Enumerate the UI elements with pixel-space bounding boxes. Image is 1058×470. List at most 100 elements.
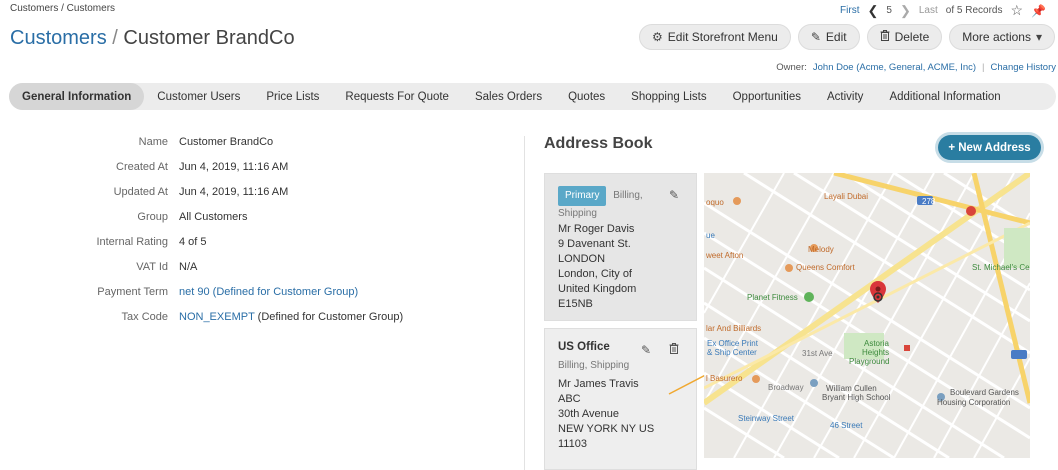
chevron-right-icon[interactable]: ❯ (900, 3, 911, 19)
more-actions-button[interactable]: More actions ▾ (949, 24, 1055, 50)
tax-note: (Defined for Customer Group) (254, 311, 404, 323)
map-label: Playground (849, 357, 890, 366)
payment-close-paren: ) (354, 286, 359, 298)
address-types: Billing, Shipping (558, 360, 630, 371)
address-type-billing: Billing, (613, 190, 643, 201)
tab-shopping-lists[interactable]: Shopping Lists (618, 83, 719, 110)
pencil-icon: ✎ (810, 30, 821, 44)
delete-label: Delete (894, 30, 930, 44)
info-row-created: Created At Jun 4, 2019, 11:16 AM (0, 161, 460, 177)
vat-value: N/A (179, 261, 198, 273)
group-label: Group (137, 211, 168, 223)
tax-label: Tax Code (121, 311, 168, 323)
pager-current: 5 (886, 5, 892, 16)
map-label: 46 Street (830, 421, 863, 430)
tab-opportunities[interactable]: Opportunities (720, 83, 814, 110)
address-map[interactable]: Layali Dubai oquo ue weet Afton Melody Q… (704, 173, 1030, 458)
address-lines: Mr James Travis ABC 30th Avenue NEW YORK… (558, 377, 654, 452)
payment-group-link[interactable]: Defined for Customer Group (216, 286, 354, 298)
map-label: Layali Dubai (824, 192, 869, 201)
map-label: ue (706, 231, 715, 240)
group-link[interactable]: All Customers (179, 211, 247, 223)
star-icon[interactable]: ☆ (1010, 2, 1023, 19)
tab-quotes[interactable]: Quotes (555, 83, 618, 110)
address-line: LONDON (558, 253, 606, 265)
title-separator: / (112, 27, 118, 49)
map-label: Planet Fitness (747, 293, 798, 302)
edit-icon[interactable]: ✎ (641, 343, 651, 357)
tax-value: NON_EXEMPT (Defined for Customer Group) (179, 311, 403, 323)
breadcrumb[interactable]: Customers / Customers (10, 3, 115, 14)
payment-term-link[interactable]: net 90 (179, 286, 210, 298)
tab-additional-information[interactable]: Additional Information (876, 83, 1013, 110)
map-label: Steinway Street (738, 414, 795, 423)
map-label: Astoria (864, 339, 889, 348)
payment-label: Payment Term (97, 286, 168, 298)
map-label: Heights (862, 348, 890, 357)
map-label: Broadway (768, 383, 804, 392)
address-line: Mr James Travis (558, 378, 639, 390)
address-line: United Kingdom (558, 283, 637, 295)
map-label: William Cullen (826, 384, 877, 393)
map-label: 278 (922, 197, 936, 206)
address-line: 9 Davenant St. (558, 238, 631, 250)
address-lines: Mr Roger Davis 9 Davenant St. LONDON Lon… (558, 222, 636, 312)
column-divider (524, 136, 525, 470)
owner-link[interactable]: John Doe (Acme, General, ACME, Inc) (813, 62, 976, 73)
edit-label: Edit (825, 30, 847, 44)
address-line: Mr Roger Davis (558, 223, 635, 235)
info-row-updated: Updated At Jun 4, 2019, 11:16 AM (0, 186, 460, 202)
name-value: Customer BrandCo (179, 136, 274, 148)
chevron-left-icon[interactable]: ❮ (868, 3, 879, 19)
pager-first-link[interactable]: First (840, 5, 859, 16)
trash-icon (880, 30, 890, 44)
info-row-rating: Internal Rating 4 of 5 (0, 236, 460, 252)
edit-storefront-menu-button[interactable]: ⚙ Edit Storefront Menu (639, 24, 791, 50)
map-label: weet Afton (706, 251, 744, 260)
map-label: oquo (706, 198, 724, 207)
tax-code-link[interactable]: NON_EXEMPT (179, 311, 255, 323)
primary-badge: Primary (558, 186, 607, 206)
address-line: E15NB (558, 298, 593, 310)
pager-last-link[interactable]: Last (919, 5, 938, 16)
tab-bar: General Information Customer Users Price… (9, 83, 1056, 110)
pin-icon[interactable]: 📌 (1031, 4, 1046, 18)
change-history-link[interactable]: Change History (991, 62, 1056, 73)
address-type-shipping: Shipping (558, 208, 597, 219)
edit-button[interactable]: ✎ Edit (797, 24, 860, 50)
tab-sales-orders[interactable]: Sales Orders (462, 83, 555, 110)
map-label: l Basurero (706, 374, 743, 383)
map-label: Boulevard Gardens (950, 388, 1019, 397)
map-label: Bryant High School (822, 393, 891, 402)
tab-customer-users[interactable]: Customer Users (144, 83, 253, 110)
rating-value: 4 of 5 (179, 236, 207, 248)
owner-divider: | (982, 62, 985, 73)
map-label: Housing Corporation (937, 398, 1011, 407)
address-card-us-office[interactable]: US Office ✎ Billing, Shipping Mr James T… (544, 328, 697, 470)
tab-general-information[interactable]: General Information (9, 83, 145, 110)
updated-value: Jun 4, 2019, 11:16 AM (179, 186, 289, 198)
created-value: Jun 4, 2019, 11:16 AM (179, 161, 289, 173)
tab-activity[interactable]: Activity (814, 83, 876, 110)
edit-icon[interactable]: ✎ (669, 188, 679, 202)
created-label: Created At (116, 161, 168, 173)
payment-value: net 90 (Defined for Customer Group) (179, 286, 358, 298)
record-pager: First ❮ 5 ❯ Last of 5 Records ☆ 📌 (840, 2, 1046, 19)
map-label: St. Michael's Ce (972, 263, 1030, 272)
new-address-button[interactable]: + New Address (938, 135, 1041, 160)
address-book-title: Address Book (544, 135, 653, 152)
address-line: NEW YORK NY US (558, 423, 655, 435)
title-crumb-link[interactable]: Customers (10, 27, 107, 49)
vat-label: VAT Id (136, 261, 168, 273)
tab-price-lists[interactable]: Price Lists (253, 83, 332, 110)
info-row-tax: Tax Code NON_EXEMPT (Defined for Custome… (0, 311, 460, 327)
gear-icon: ⚙ (652, 30, 663, 44)
delete-button[interactable]: Delete (866, 24, 943, 50)
address-card-primary[interactable]: Primary Billing, Shipping ✎ Mr Roger Dav… (544, 173, 697, 321)
rating-label: Internal Rating (96, 236, 168, 248)
page-title: Customers / Customer BrandCo (10, 27, 295, 50)
map-label: & Ship Center (707, 348, 757, 357)
trash-icon[interactable] (669, 343, 679, 357)
tab-requests-for-quote[interactable]: Requests For Quote (332, 83, 462, 110)
address-line: 11103 (558, 438, 587, 450)
